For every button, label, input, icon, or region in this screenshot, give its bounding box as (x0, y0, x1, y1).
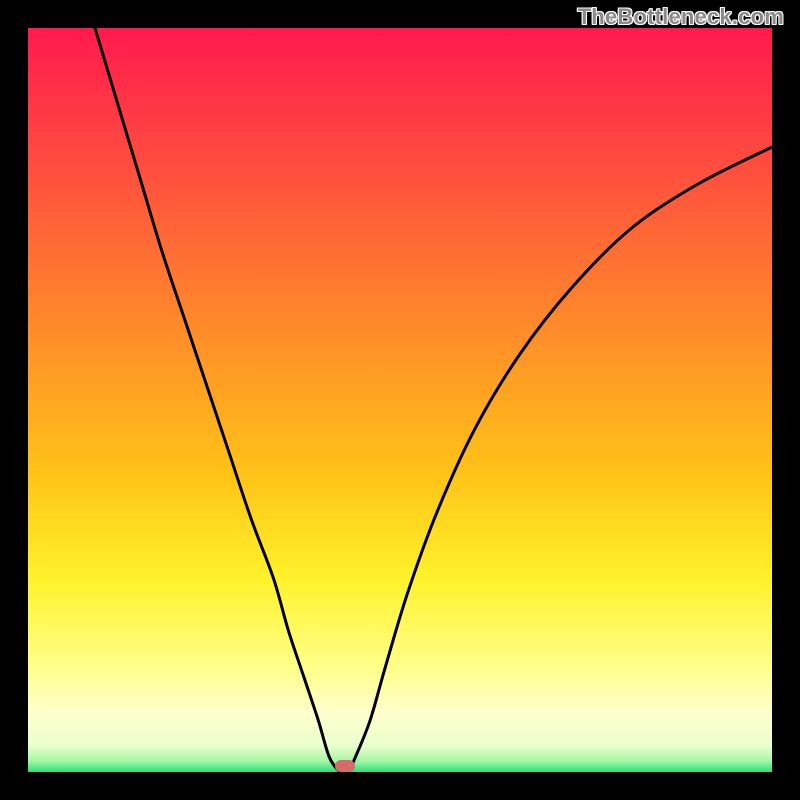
chart-svg (28, 28, 772, 772)
watermark-text: TheBottleneck.com (578, 4, 784, 30)
gradient-background (28, 28, 772, 772)
chart-frame: TheBottleneck.com (0, 0, 800, 800)
plot-area (28, 28, 772, 772)
optimal-point-marker (335, 760, 355, 772)
